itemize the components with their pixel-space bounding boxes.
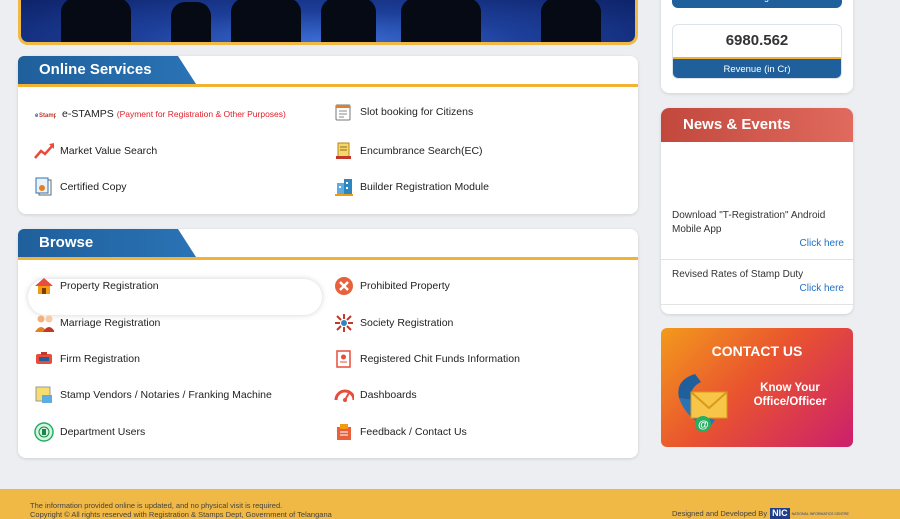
feedback-label: Feedback / Contact Us	[360, 426, 467, 438]
news-events-panel: News & Events Download "T-Registration" …	[661, 108, 853, 314]
builder-registration-label: Builder Registration Module	[360, 181, 489, 193]
property-registration-label: Property Registration	[60, 280, 159, 292]
banner-silhouette	[61, 0, 131, 42]
certified-copy-icon	[34, 177, 54, 197]
prohibited-property-label: Prohibited Property	[360, 280, 450, 292]
slot-booking-link[interactable]: Slot booking for Citizens	[334, 101, 473, 123]
encumbrance-label: Encumbrance Search(EC)	[360, 145, 483, 157]
designed-by-text: Designed and Developed By	[672, 509, 768, 518]
browse-panel: Browse Property Registration Prohibited …	[18, 229, 638, 458]
property-registration-link[interactable]: Property Registration	[34, 275, 159, 297]
revenue-label: Revenue (in Cr)	[673, 57, 841, 78]
estamps-logo-icon: e Stamp	[34, 104, 56, 124]
news-events-title: News & Events	[661, 108, 853, 142]
department-users-link[interactable]: Department Users	[34, 421, 145, 443]
market-value-label: Market Value Search	[60, 145, 158, 157]
estamps-note: (Payment for Registration & Other Purpos…	[116, 109, 286, 119]
svg-text:Stamp: Stamp	[39, 113, 56, 119]
news-divider	[661, 304, 853, 305]
marriage-registration-link[interactable]: Marriage Registration	[34, 312, 160, 334]
revenue-card: 6980.562 Revenue (in Cr)	[672, 24, 842, 79]
feedback-link[interactable]: Feedback / Contact Us	[334, 421, 467, 443]
stamp-vendors-link[interactable]: Stamp Vendors / Notaries / Franking Mach…	[34, 384, 272, 406]
nic-logo[interactable]: NIC	[770, 508, 790, 519]
dashboards-label: Dashboards	[360, 389, 417, 401]
footer-copyright: Copyright © All rights reserved with Reg…	[30, 510, 332, 519]
contact-us-title: CONTACT US	[711, 343, 803, 359]
news-item-text: Revised Rates of Stamp Duty	[672, 269, 804, 280]
department-emblem-icon	[34, 422, 54, 442]
house-icon	[34, 276, 54, 296]
stamp-vendors-label: Stamp Vendors / Notaries / Franking Mach…	[60, 389, 272, 401]
online-services-panel: Online Services e Stamp e-STAMPS (Payment…	[18, 56, 638, 214]
online-services-title: Online Services	[18, 56, 196, 84]
document-search-icon	[334, 141, 354, 161]
society-icon	[334, 313, 354, 333]
society-registration-label: Society Registration	[360, 317, 454, 329]
certified-copy-link[interactable]: Certified Copy	[34, 176, 127, 198]
firm-registration-link[interactable]: Firm Registration	[34, 348, 140, 370]
contact-subtitle-line1: Know Your	[760, 382, 820, 394]
news-item: Revised Rates of Stamp Duty Click here	[672, 268, 844, 296]
news-click-here-link[interactable]: Click here	[672, 282, 844, 296]
building-icon	[334, 177, 354, 197]
encumbrance-search-link[interactable]: Encumbrance Search(EC)	[334, 140, 483, 162]
stamp-vendor-icon	[34, 385, 54, 405]
market-value-link[interactable]: Market Value Search	[34, 140, 157, 162]
footer: The information provided online is updat…	[0, 489, 900, 519]
banner-silhouette	[171, 2, 211, 42]
news-click-here-link[interactable]: Click here	[672, 237, 844, 251]
chit-funds-label: Registered Chit Funds Information	[360, 353, 520, 365]
department-users-label: Department Users	[60, 426, 146, 438]
chit-funds-link[interactable]: Registered Chit Funds Information	[334, 348, 520, 370]
footer-info-text: The information provided online is updat…	[30, 501, 283, 510]
prohibited-icon	[334, 276, 354, 296]
contact-subtitle-line2: Office/Officer	[753, 396, 827, 408]
firm-registration-label: Firm Registration	[60, 353, 140, 365]
revenue-value: 6980.562	[725, 32, 789, 49]
dashboards-link[interactable]: Dashboards	[334, 384, 417, 406]
trend-chart-icon	[34, 141, 54, 161]
browse-title: Browse	[18, 229, 196, 257]
estamps-label: e-STAMPS	[62, 108, 114, 120]
dashboard-gauge-icon	[334, 385, 354, 405]
slot-booking-label: Slot booking for Citizens	[360, 106, 474, 118]
phone-mail-icon: @	[678, 374, 728, 432]
footer-designed-by: Designed and Developed By NIC NATIONAL I…	[672, 508, 849, 519]
news-divider	[661, 259, 853, 260]
contact-us-banner[interactable]: CONTACT US @ Know Your Office/Officer	[661, 328, 853, 447]
chit-funds-icon	[334, 349, 354, 369]
estamps-link[interactable]: e Stamp e-STAMPS (Payment for Registratio…	[34, 103, 286, 125]
hero-banner	[18, 0, 638, 45]
certified-copy-label: Certified Copy	[60, 181, 127, 193]
banner-silhouette	[541, 0, 601, 42]
firm-icon	[34, 349, 54, 369]
feedback-icon	[334, 422, 354, 442]
couple-icon	[34, 313, 54, 333]
document-registrations-label: Document Registrations	[672, 0, 842, 8]
svg-text:@: @	[698, 419, 709, 431]
panel-divider	[18, 84, 638, 87]
news-item: Download "T-Registration" Android Mobile…	[672, 209, 844, 251]
nic-logo-subtext: NATIONAL INFORMATICS CENTRE	[791, 511, 849, 516]
society-registration-link[interactable]: Society Registration	[334, 312, 453, 334]
banner-silhouette	[401, 0, 481, 42]
stats-box: Document Registrations 6980.562 Revenue …	[661, 0, 853, 93]
prohibited-property-link[interactable]: Prohibited Property	[334, 275, 450, 297]
news-item-text: Download "T-Registration" Android Mobile…	[672, 210, 826, 235]
builder-registration-link[interactable]: Builder Registration Module	[334, 176, 489, 198]
marriage-registration-label: Marriage Registration	[60, 317, 161, 329]
banner-silhouette	[231, 0, 301, 42]
banner-silhouette	[321, 0, 376, 42]
panel-divider	[18, 257, 638, 260]
calendar-icon	[334, 102, 354, 122]
contact-us-subtitle: Know Your Office/Officer	[745, 381, 835, 409]
